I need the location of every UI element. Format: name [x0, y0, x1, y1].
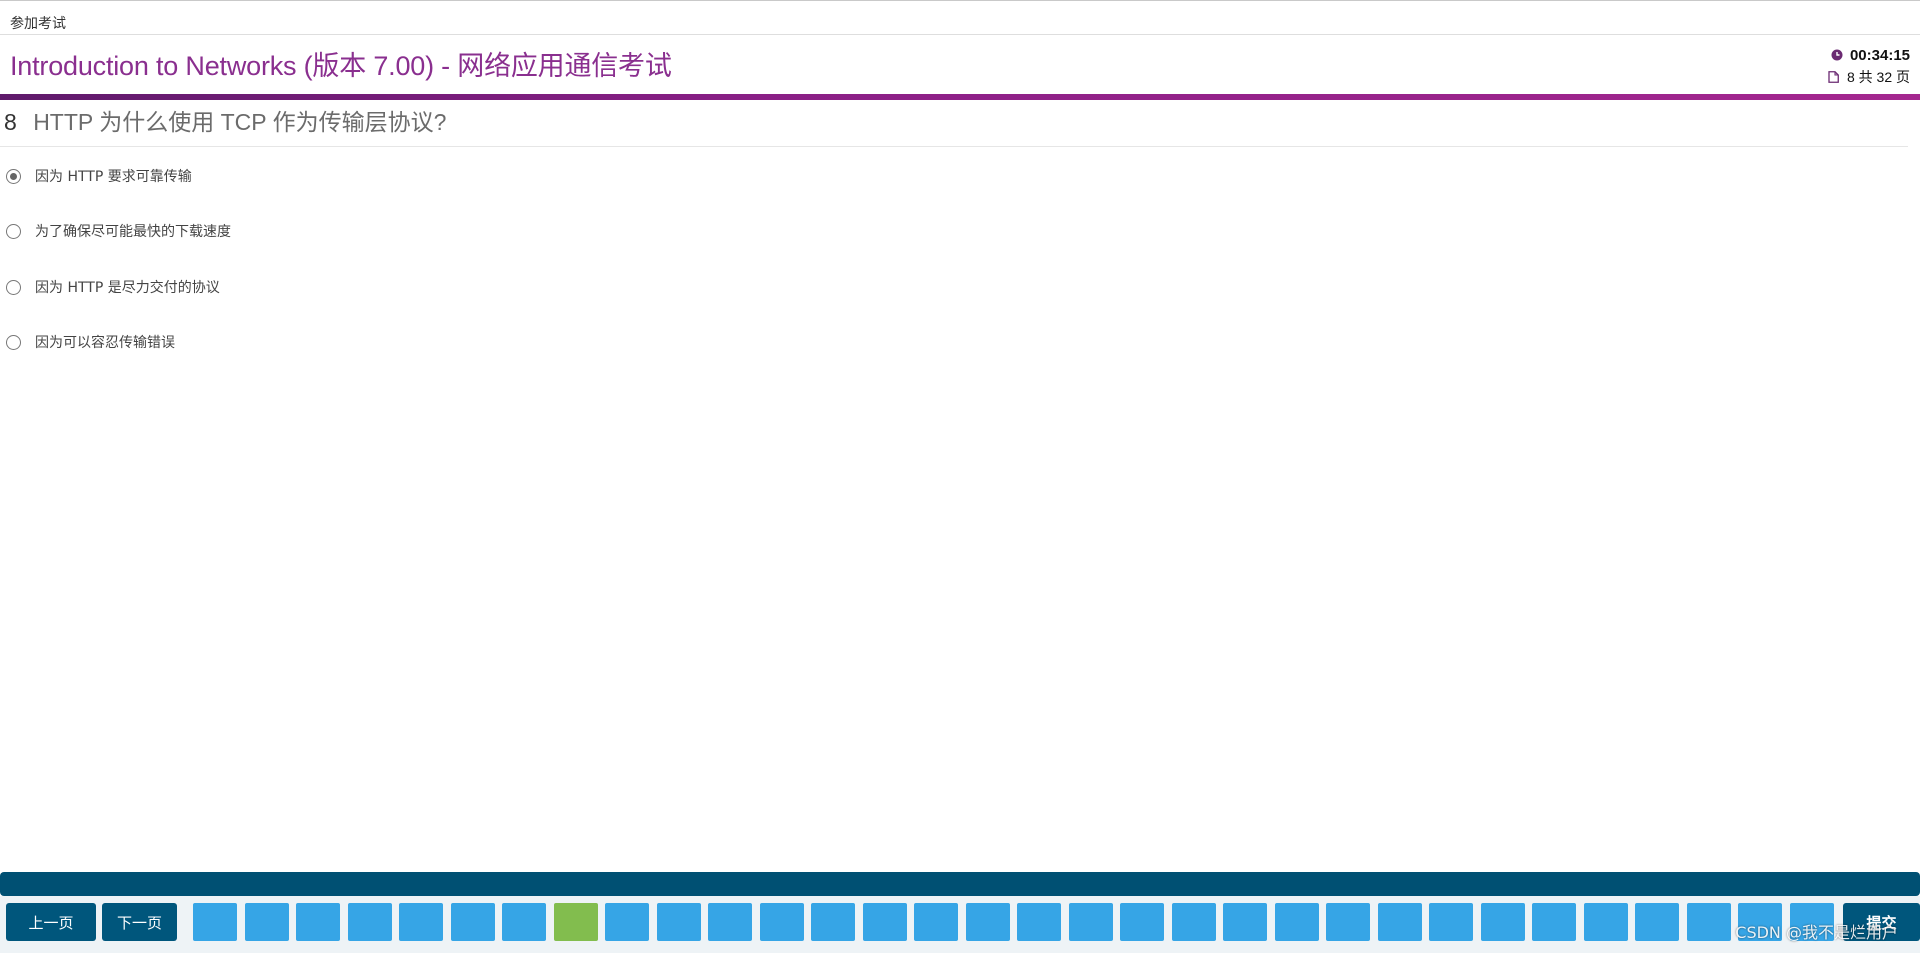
- question-box[interactable]: [708, 903, 752, 941]
- page-count-row: 8 共 32 页: [1800, 66, 1910, 88]
- page-count: 8 共 32 页: [1846, 69, 1910, 85]
- radio-button[interactable]: [6, 279, 21, 295]
- question-box[interactable]: [1326, 903, 1370, 941]
- header-divider: [0, 34, 1920, 35]
- question-box[interactable]: [760, 903, 804, 941]
- question-box[interactable]: [605, 903, 649, 941]
- breadcrumb: 参加考试: [10, 16, 66, 32]
- question-box[interactable]: [1275, 903, 1319, 941]
- question-box[interactable]: [966, 903, 1010, 941]
- question-box[interactable]: [296, 903, 340, 941]
- question-box[interactable]: [1069, 903, 1113, 941]
- question-box[interactable]: [193, 903, 237, 941]
- title-accent-bar: [0, 94, 1920, 100]
- next-page-button[interactable]: 下一页: [102, 903, 177, 941]
- question-box[interactable]: [1223, 903, 1267, 941]
- question-box[interactable]: [1378, 903, 1422, 941]
- answer-label: 因为 HTTP 是尽力交付的协议: [35, 280, 220, 296]
- question-box[interactable]: [1481, 903, 1525, 941]
- question-number: 8: [4, 109, 17, 135]
- question-divider: [0, 146, 1908, 147]
- question-box[interactable]: [1532, 903, 1576, 941]
- question-box[interactable]: [348, 903, 392, 941]
- question-box[interactable]: [811, 903, 855, 941]
- previous-page-button[interactable]: 上一页: [6, 903, 96, 941]
- radio-button-selected[interactable]: [6, 168, 21, 184]
- question-box[interactable]: [1017, 903, 1061, 941]
- question-box[interactable]: [502, 903, 546, 941]
- question-box[interactable]: [451, 903, 495, 941]
- question-box[interactable]: [1687, 903, 1731, 941]
- question-box[interactable]: [1429, 903, 1473, 941]
- clock-icon: [1830, 48, 1844, 62]
- question-box[interactable]: [657, 903, 701, 941]
- timer-row: 00:34:15: [1800, 44, 1910, 66]
- radio-button[interactable]: [6, 334, 21, 350]
- document-icon: [1827, 70, 1841, 84]
- question-box[interactable]: [1635, 903, 1679, 941]
- watermark: CSDN @我不是烂用户: [1735, 923, 1898, 942]
- question-box[interactable]: [914, 903, 958, 941]
- question-box[interactable]: [863, 903, 907, 941]
- answer-label: 因为 HTTP 要求可靠传输: [35, 169, 192, 185]
- question-box[interactable]: [1120, 903, 1164, 941]
- navigation-strip: [0, 872, 1920, 896]
- radio-button[interactable]: [6, 223, 21, 239]
- answer-label: 因为可以容忍传输错误: [35, 335, 175, 351]
- answer-label: 为了确保尽可能最快的下载速度: [35, 224, 231, 240]
- question-box[interactable]: [399, 903, 443, 941]
- exam-page: 参加考试 Introduction to Networks (版本 7.00) …: [0, 0, 1920, 953]
- question-text: HTTP 为什么使用 TCP 作为传输层协议?: [33, 109, 447, 135]
- question-box[interactable]: [1172, 903, 1216, 941]
- exam-status: 00:34:15 8 共 32 页: [1800, 44, 1910, 88]
- top-border: [0, 0, 1920, 1]
- question-box[interactable]: [1584, 903, 1628, 941]
- page-title: Introduction to Networks (版本 7.00) - 网络应…: [10, 51, 672, 81]
- question-box-current[interactable]: [554, 903, 598, 941]
- timer-value: 00:34:15: [1849, 46, 1910, 64]
- question-box[interactable]: [245, 903, 289, 941]
- question-heading: 8 HTTP 为什么使用 TCP 作为传输层协议?: [4, 103, 446, 137]
